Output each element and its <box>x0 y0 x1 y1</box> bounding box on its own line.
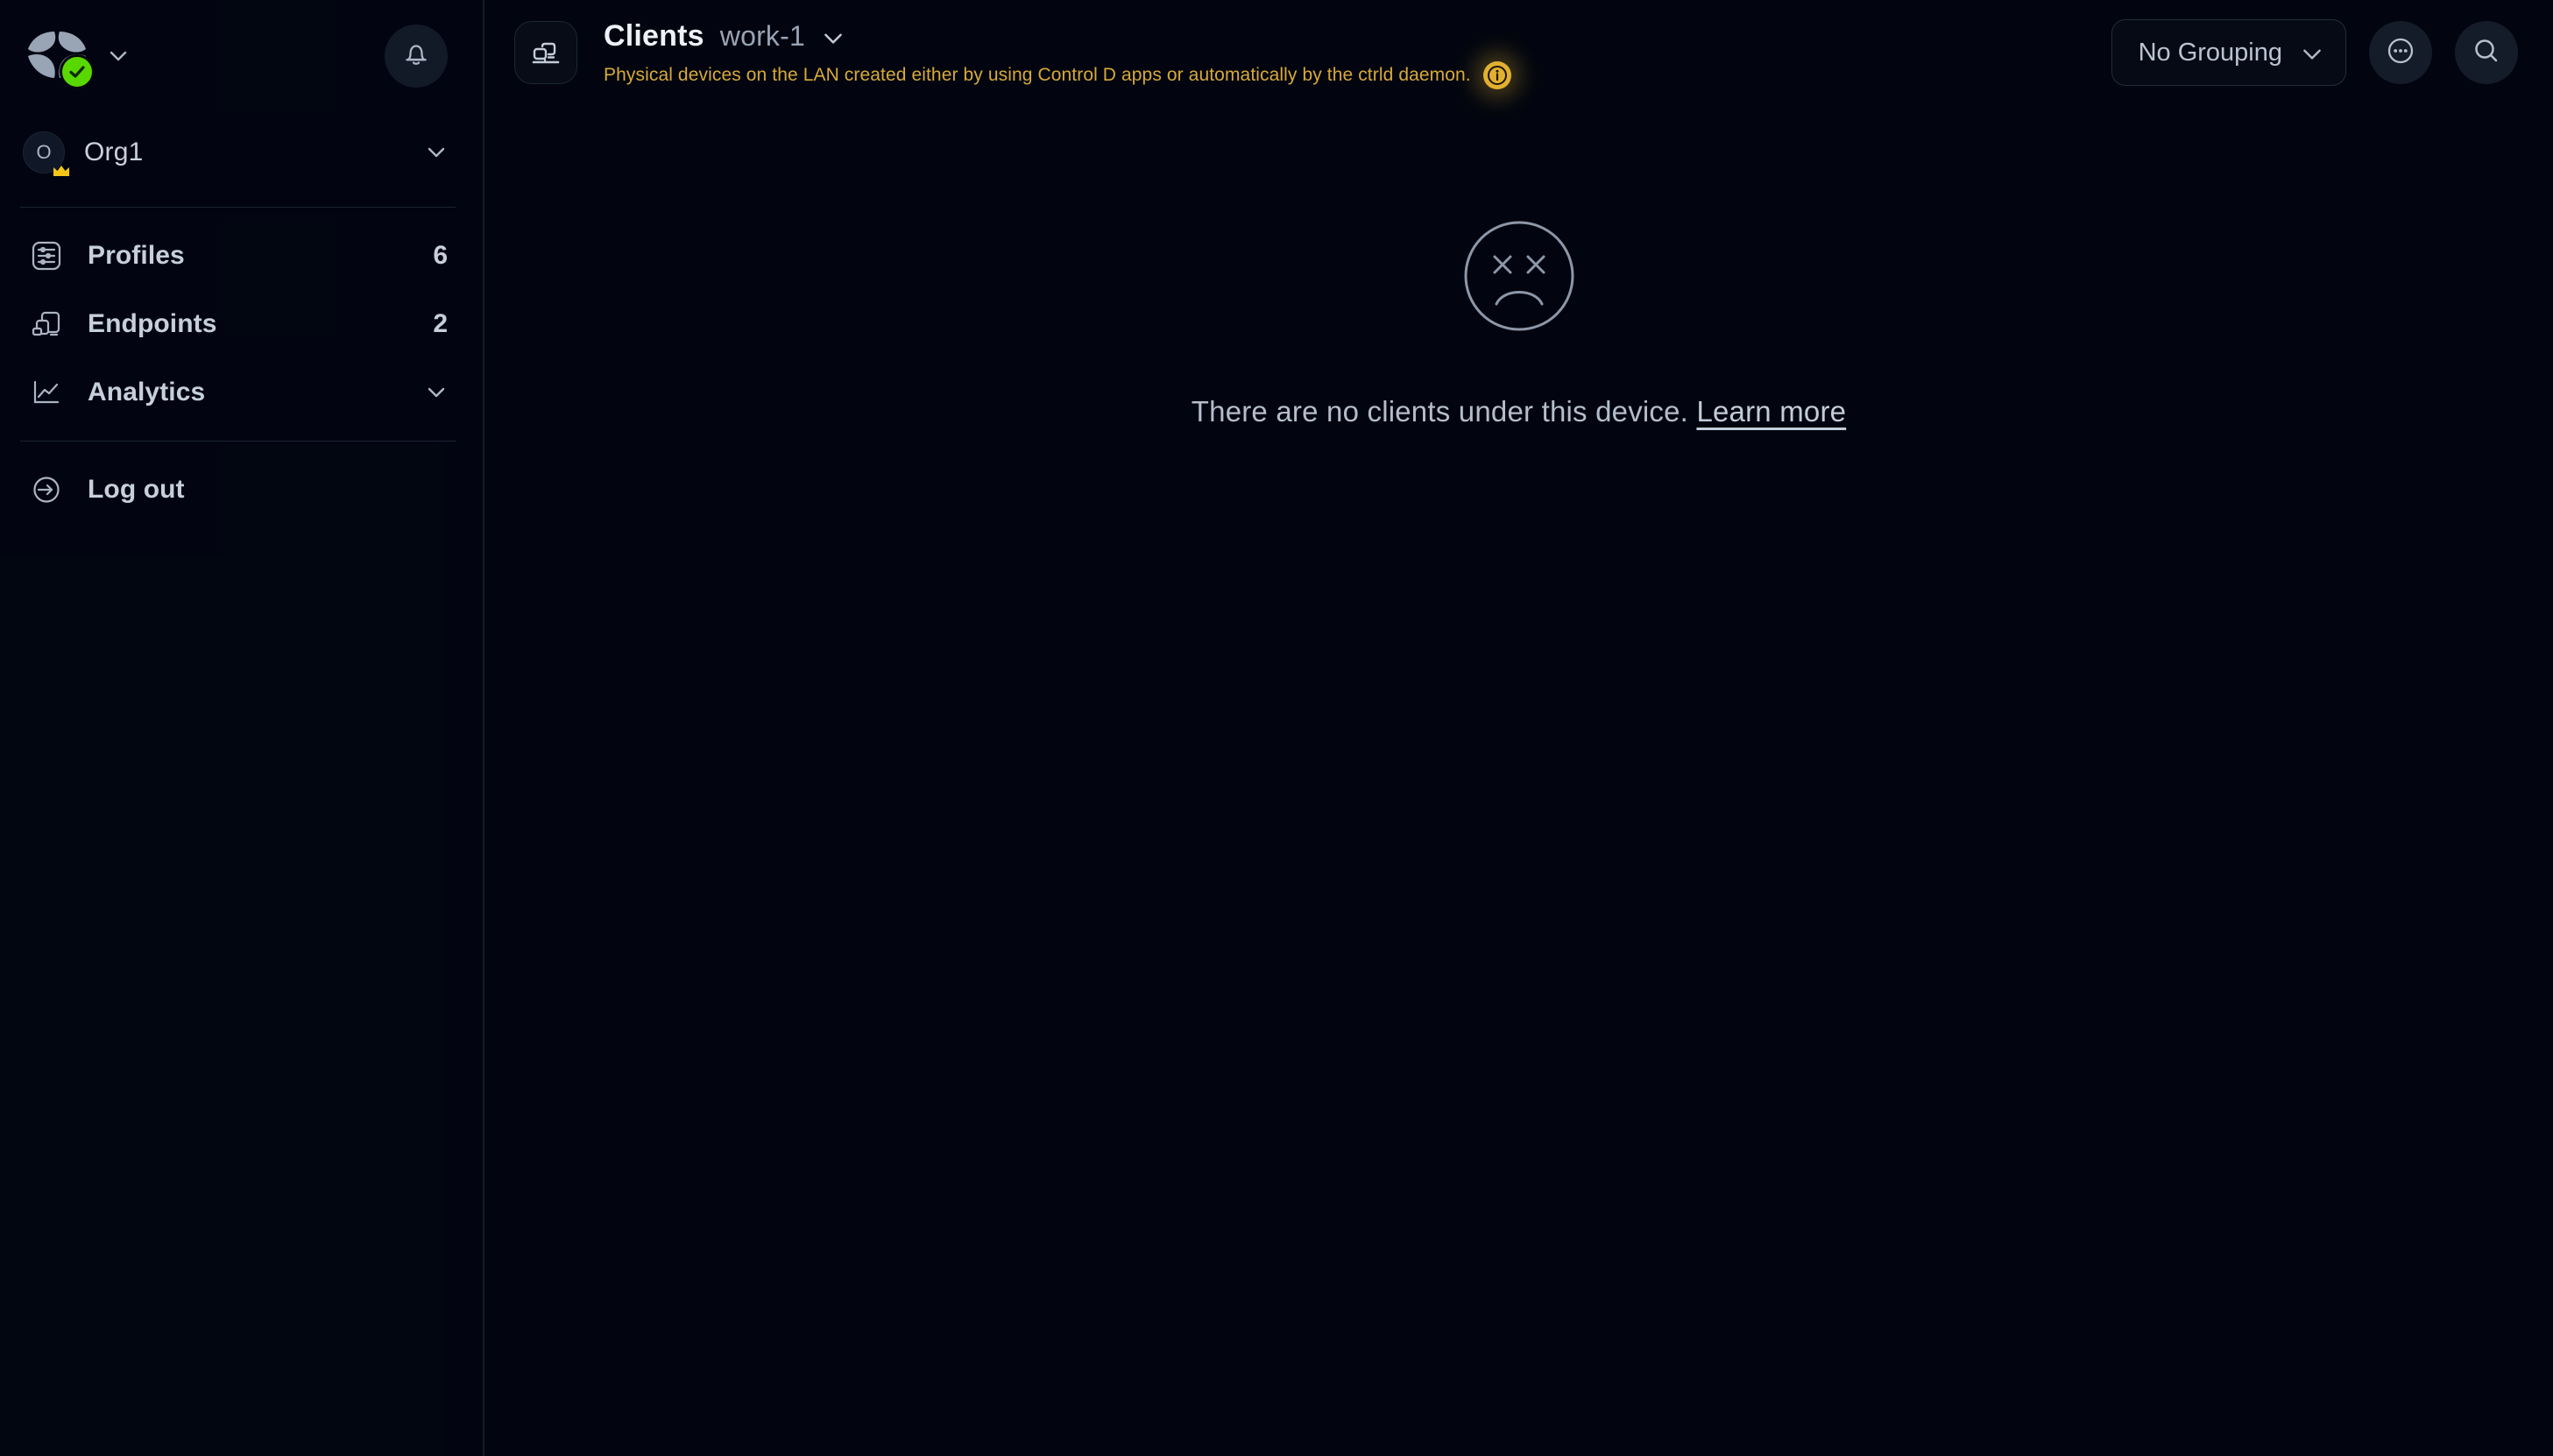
sidebar-item-label: Log out <box>88 475 185 504</box>
sliders-icon <box>28 237 65 274</box>
empty-state-text: There are no clients under this device. … <box>1192 395 1846 428</box>
green-check-badge-icon <box>60 54 95 89</box>
chevron-down-icon[interactable] <box>425 141 448 164</box>
avatar-initial: O <box>36 141 52 163</box>
main-content: Clients work-1 Physical devices on the L… <box>484 0 2553 1456</box>
grouping-value: No Grouping <box>2138 38 2282 67</box>
page-title: Clients <box>604 19 704 53</box>
page-subtitle: Physical devices on the LAN created eith… <box>604 65 1471 85</box>
chevron-down-icon[interactable] <box>821 25 844 48</box>
sidebar-item-label: Analytics <box>88 378 206 406</box>
sidebar-item-logout[interactable]: Log out <box>0 456 484 524</box>
brand-logo-group[interactable] <box>23 28 130 89</box>
empty-state: There are no clients under this device. … <box>484 215 2553 428</box>
clients-network-icon <box>514 21 577 84</box>
sidebar-item-analytics[interactable]: Analytics <box>0 358 484 427</box>
sad-face-x-eyes-icon <box>1458 215 1581 337</box>
sidebar-item-profiles[interactable]: Profiles 6 <box>0 222 484 290</box>
crown-icon <box>52 160 71 176</box>
sidebar: O Org1 Profiles 6 Endpoints 2 Analytics … <box>0 0 484 1456</box>
search-icon <box>2469 33 2504 73</box>
org-name: Org1 <box>84 138 144 166</box>
sidebar-divider-bottom <box>20 441 456 442</box>
controld-logo-icon <box>23 28 95 89</box>
page-title-row: Clients work-1 <box>604 19 2111 53</box>
sidebar-header <box>0 0 484 112</box>
sidebar-item-endpoints[interactable]: Endpoints 2 <box>0 290 484 358</box>
sidebar-item-count: 6 <box>433 241 448 270</box>
chevron-down-icon[interactable] <box>425 381 448 404</box>
grouping-select[interactable]: No Grouping <box>2111 19 2346 86</box>
bell-icon <box>400 38 433 75</box>
devices-icon <box>28 306 65 343</box>
more-options-circle-icon <box>2383 33 2418 73</box>
device-name: work-1 <box>719 20 805 52</box>
notifications-button[interactable] <box>385 25 448 88</box>
header-actions: No Grouping <box>2111 19 2518 86</box>
more-options-button[interactable] <box>2369 21 2432 84</box>
page-header: Clients work-1 Physical devices on the L… <box>484 0 2553 112</box>
page-subtitle-row: Physical devices on the LAN created eith… <box>604 61 2111 89</box>
page-title-block: Clients work-1 Physical devices on the L… <box>604 19 2111 89</box>
sidebar-divider-top <box>20 207 456 208</box>
search-button[interactable] <box>2455 21 2518 84</box>
chevron-down-icon[interactable] <box>107 45 130 67</box>
line-chart-icon <box>28 374 65 411</box>
chevron-down-icon[interactable] <box>2300 41 2323 64</box>
learn-more-link[interactable]: Learn more <box>1696 395 1846 428</box>
info-circle-icon[interactable] <box>1482 61 1511 89</box>
logout-arrow-icon <box>28 471 65 508</box>
sidebar-item-label: Endpoints <box>88 309 217 338</box>
empty-state-message: There are no clients under this device. <box>1191 395 1689 428</box>
app-root: O Org1 Profiles 6 Endpoints 2 Analytics … <box>0 0 2553 1456</box>
avatar: O <box>23 131 69 176</box>
sidebar-item-count: 2 <box>433 309 448 338</box>
org-switcher[interactable]: O Org1 <box>0 112 484 193</box>
sidebar-item-label: Profiles <box>88 241 185 270</box>
